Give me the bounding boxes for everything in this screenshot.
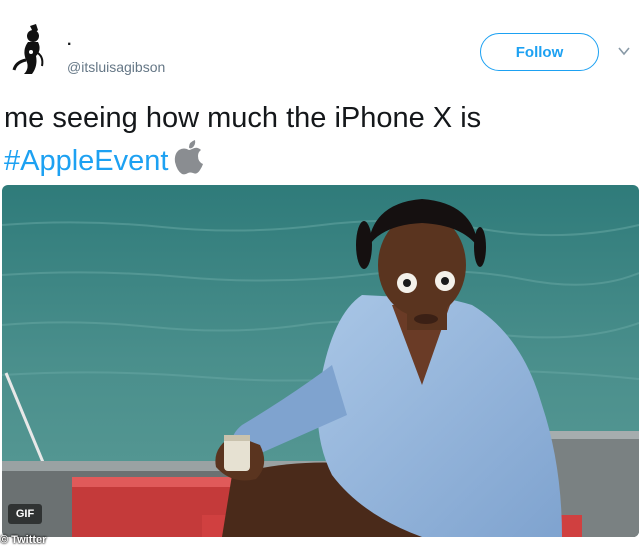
apple-logo-icon xyxy=(175,140,204,175)
hashtag-link[interactable]: #AppleEvent xyxy=(4,145,168,177)
tweet-text: me seeing how much the iPhone X is #Appl… xyxy=(4,98,481,181)
tweet-line: me seeing how much the iPhone X is xyxy=(4,102,482,134)
gif-frame[interactable] xyxy=(2,185,639,537)
follow-button[interactable]: Follow xyxy=(480,33,599,71)
display-name[interactable]: . xyxy=(67,33,71,49)
user-handle[interactable]: @itsluisagibson xyxy=(67,59,165,75)
avatar[interactable] xyxy=(8,22,54,78)
gif-badge: GIF xyxy=(8,504,42,524)
image-credit: © Twitter xyxy=(0,534,47,546)
chevron-down-icon[interactable] xyxy=(617,44,631,58)
